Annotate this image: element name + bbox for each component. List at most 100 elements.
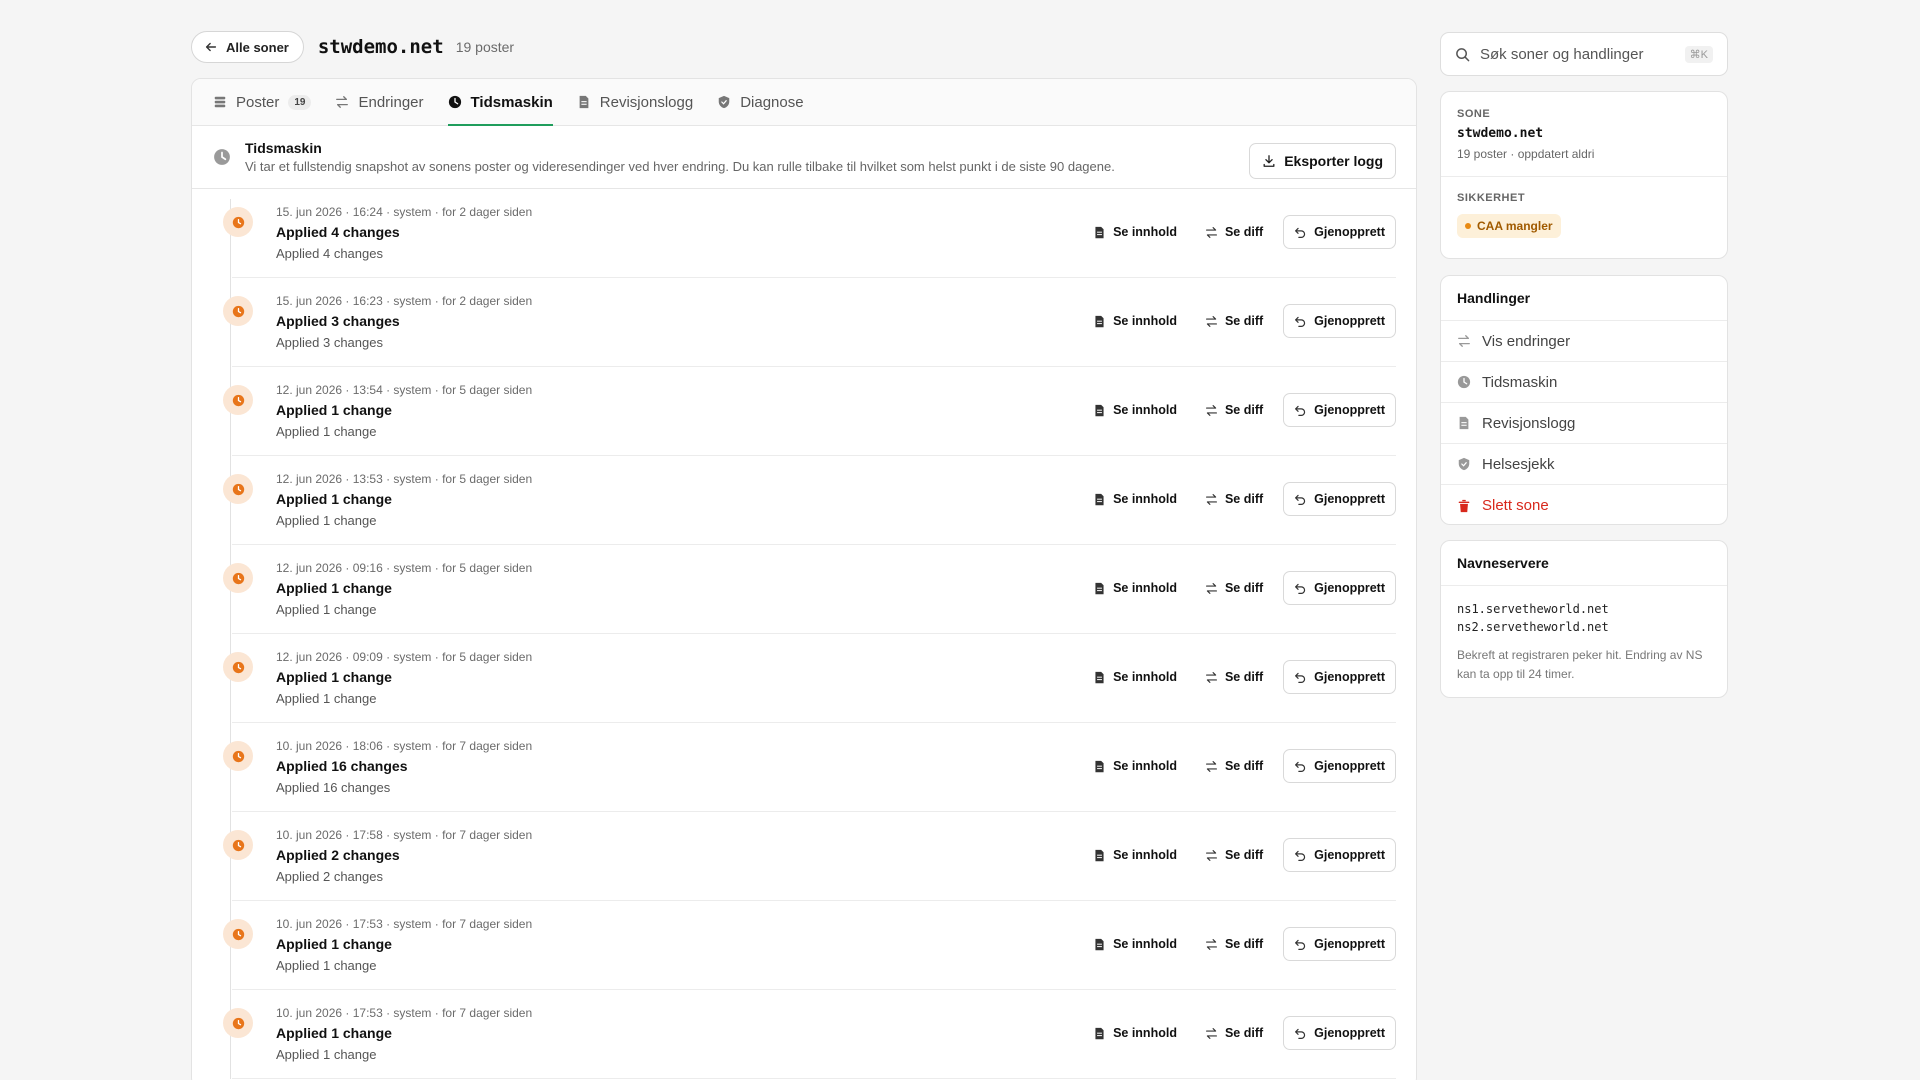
view-content-button[interactable]: Se innhold [1085,1016,1185,1050]
document-icon [1095,938,1104,950]
tab-endringer-label: Endringer [358,93,424,111]
arrows-icon [1458,335,1470,347]
search-box[interactable]: ⌘K [1440,32,1728,76]
entry-actions: Se innhold Se diff Gjenopprett [1085,1016,1396,1050]
entry-body: 12. jun 2026 · 13:54 · system · for 5 da… [276,383,532,439]
view-content-label: Se innhold [1113,492,1177,506]
clock-icon [1457,375,1471,389]
entry-title: Applied 3 changes [276,313,400,329]
view-content-label: Se innhold [1113,314,1177,328]
timeline-dot [223,385,253,415]
undo-icon [1295,850,1306,861]
restore-button[interactable]: Gjenopprett [1283,749,1396,783]
entry-meta: 15. jun 2026 · 16:23 · system · for 2 da… [276,294,533,308]
view-content-button[interactable]: Se innhold [1085,304,1185,338]
tab-endringer[interactable]: Endringer [335,79,424,125]
entry-body: 12. jun 2026 · 09:16 · system · for 5 da… [276,561,532,617]
clock-icon [232,305,244,317]
entry-title: Applied 4 changes [276,224,400,240]
view-content-button[interactable]: Se innhold [1085,660,1185,694]
restore-button[interactable]: Gjenopprett [1283,927,1396,961]
clock-icon [232,661,244,673]
clock-icon [214,149,230,165]
tab-bar: Poster 19 Endringer Tidsmaskin Revisjons… [192,79,1416,126]
entry-title: Applied 1 change [276,936,392,952]
entry-title: Applied 1 change [276,1025,392,1041]
tab-poster-label: Poster [236,93,280,111]
entry-actions: Se innhold Se diff Gjenopprett [1085,482,1396,516]
restore-button[interactable]: Gjenopprett [1283,1016,1396,1050]
back-to-zones-button[interactable]: Alle soner [191,31,304,63]
view-diff-button[interactable]: Se diff [1197,304,1271,338]
undo-icon [1295,405,1306,416]
action-helsesjekk[interactable]: Helsesjekk [1441,444,1727,485]
timeline-dot [223,563,253,593]
list-icon [214,96,226,108]
timeline-dot [223,919,253,949]
restore-button[interactable]: Gjenopprett [1283,660,1396,694]
tab-poster[interactable]: Poster 19 [213,79,312,125]
view-content-button[interactable]: Se innhold [1085,482,1185,516]
entry-description: Applied 1 change [276,513,377,528]
view-content-label: Se innhold [1113,759,1177,773]
view-content-button[interactable]: Se innhold [1085,927,1185,961]
view-content-button[interactable]: Se innhold [1085,215,1185,249]
clock-icon [448,95,461,109]
view-diff-button[interactable]: Se diff [1197,1016,1271,1050]
view-content-button[interactable]: Se innhold [1085,571,1185,605]
tab-tidsmaskin[interactable]: Tidsmaskin [447,79,554,126]
search-input[interactable] [1480,45,1685,63]
clock-icon [232,572,244,584]
intro-title: Tidsmaskin [245,140,322,156]
action-slett-sone[interactable]: Slett sone [1441,485,1727,524]
arrows-icon [1205,226,1217,238]
back-to-zones-label: Alle soner [226,39,289,55]
undo-icon [1295,939,1306,950]
trash-icon [1458,499,1470,512]
view-diff-button[interactable]: Se diff [1197,660,1271,694]
actions-card-title: Handlinger [1441,276,1727,321]
view-diff-button[interactable]: Se diff [1197,571,1271,605]
view-content-button[interactable]: Se innhold [1085,393,1185,427]
entry-description: Applied 4 changes [276,246,383,261]
entry-body: 15. jun 2026 · 16:23 · system · for 2 da… [276,294,532,350]
restore-label: Gjenopprett [1314,314,1385,328]
entry-actions: Se innhold Se diff Gjenopprett [1085,304,1396,338]
view-diff-button[interactable]: Se diff [1197,927,1271,961]
view-diff-label: Se diff [1224,937,1264,951]
restore-button[interactable]: Gjenopprett [1283,571,1396,605]
view-diff-button[interactable]: Se diff [1197,215,1271,249]
action-label: Helsesjekk [1482,455,1555,473]
view-diff-button[interactable]: Se diff [1197,482,1271,516]
status-badge: CAA mangler [1457,214,1561,238]
restore-button[interactable]: Gjenopprett [1283,482,1396,516]
clock-icon [232,839,244,851]
export-log-button[interactable]: Eksporter logg [1249,143,1396,179]
tab-revisjonslogg[interactable]: Revisjonslogg [577,79,693,125]
view-content-label: Se innhold [1113,937,1177,951]
action-tidsmaskin[interactable]: Tidsmaskin [1441,362,1727,403]
entry-actions: Se innhold Se diff Gjenopprett [1085,660,1396,694]
timeline-dot [223,1008,253,1038]
restore-label: Gjenopprett [1314,937,1385,951]
restore-button[interactable]: Gjenopprett [1283,393,1396,427]
entry-meta: 12. jun 2026 · 09:09 · system · for 5 da… [276,650,533,664]
view-diff-button[interactable]: Se diff [1197,749,1271,783]
restore-button[interactable]: Gjenopprett [1283,838,1396,872]
undo-icon [1295,1028,1306,1039]
action-revisjonslogg[interactable]: Revisjonslogg [1441,403,1727,444]
zone-subtitle: 19 poster · oppdatert aldri [1457,147,1595,161]
action-vis-endringer[interactable]: Vis endringer [1441,321,1727,362]
entry-body: 10. jun 2026 · 17:58 · system · for 7 da… [276,828,532,884]
view-content-button[interactable]: Se innhold [1085,838,1185,872]
entry-body: 10. jun 2026 · 17:53 · system · for 7 da… [276,917,532,973]
view-diff-button[interactable]: Se diff [1197,838,1271,872]
export-log-label: Eksporter logg [1284,153,1383,169]
view-content-button[interactable]: Se innhold [1085,749,1185,783]
restore-button[interactable]: Gjenopprett [1283,304,1396,338]
entry-description: Applied 1 change [276,1047,377,1062]
view-diff-button[interactable]: Se diff [1197,393,1271,427]
document-icon [1095,671,1104,683]
restore-button[interactable]: Gjenopprett [1283,215,1396,249]
tab-diagnose[interactable]: Diagnose [717,79,804,125]
